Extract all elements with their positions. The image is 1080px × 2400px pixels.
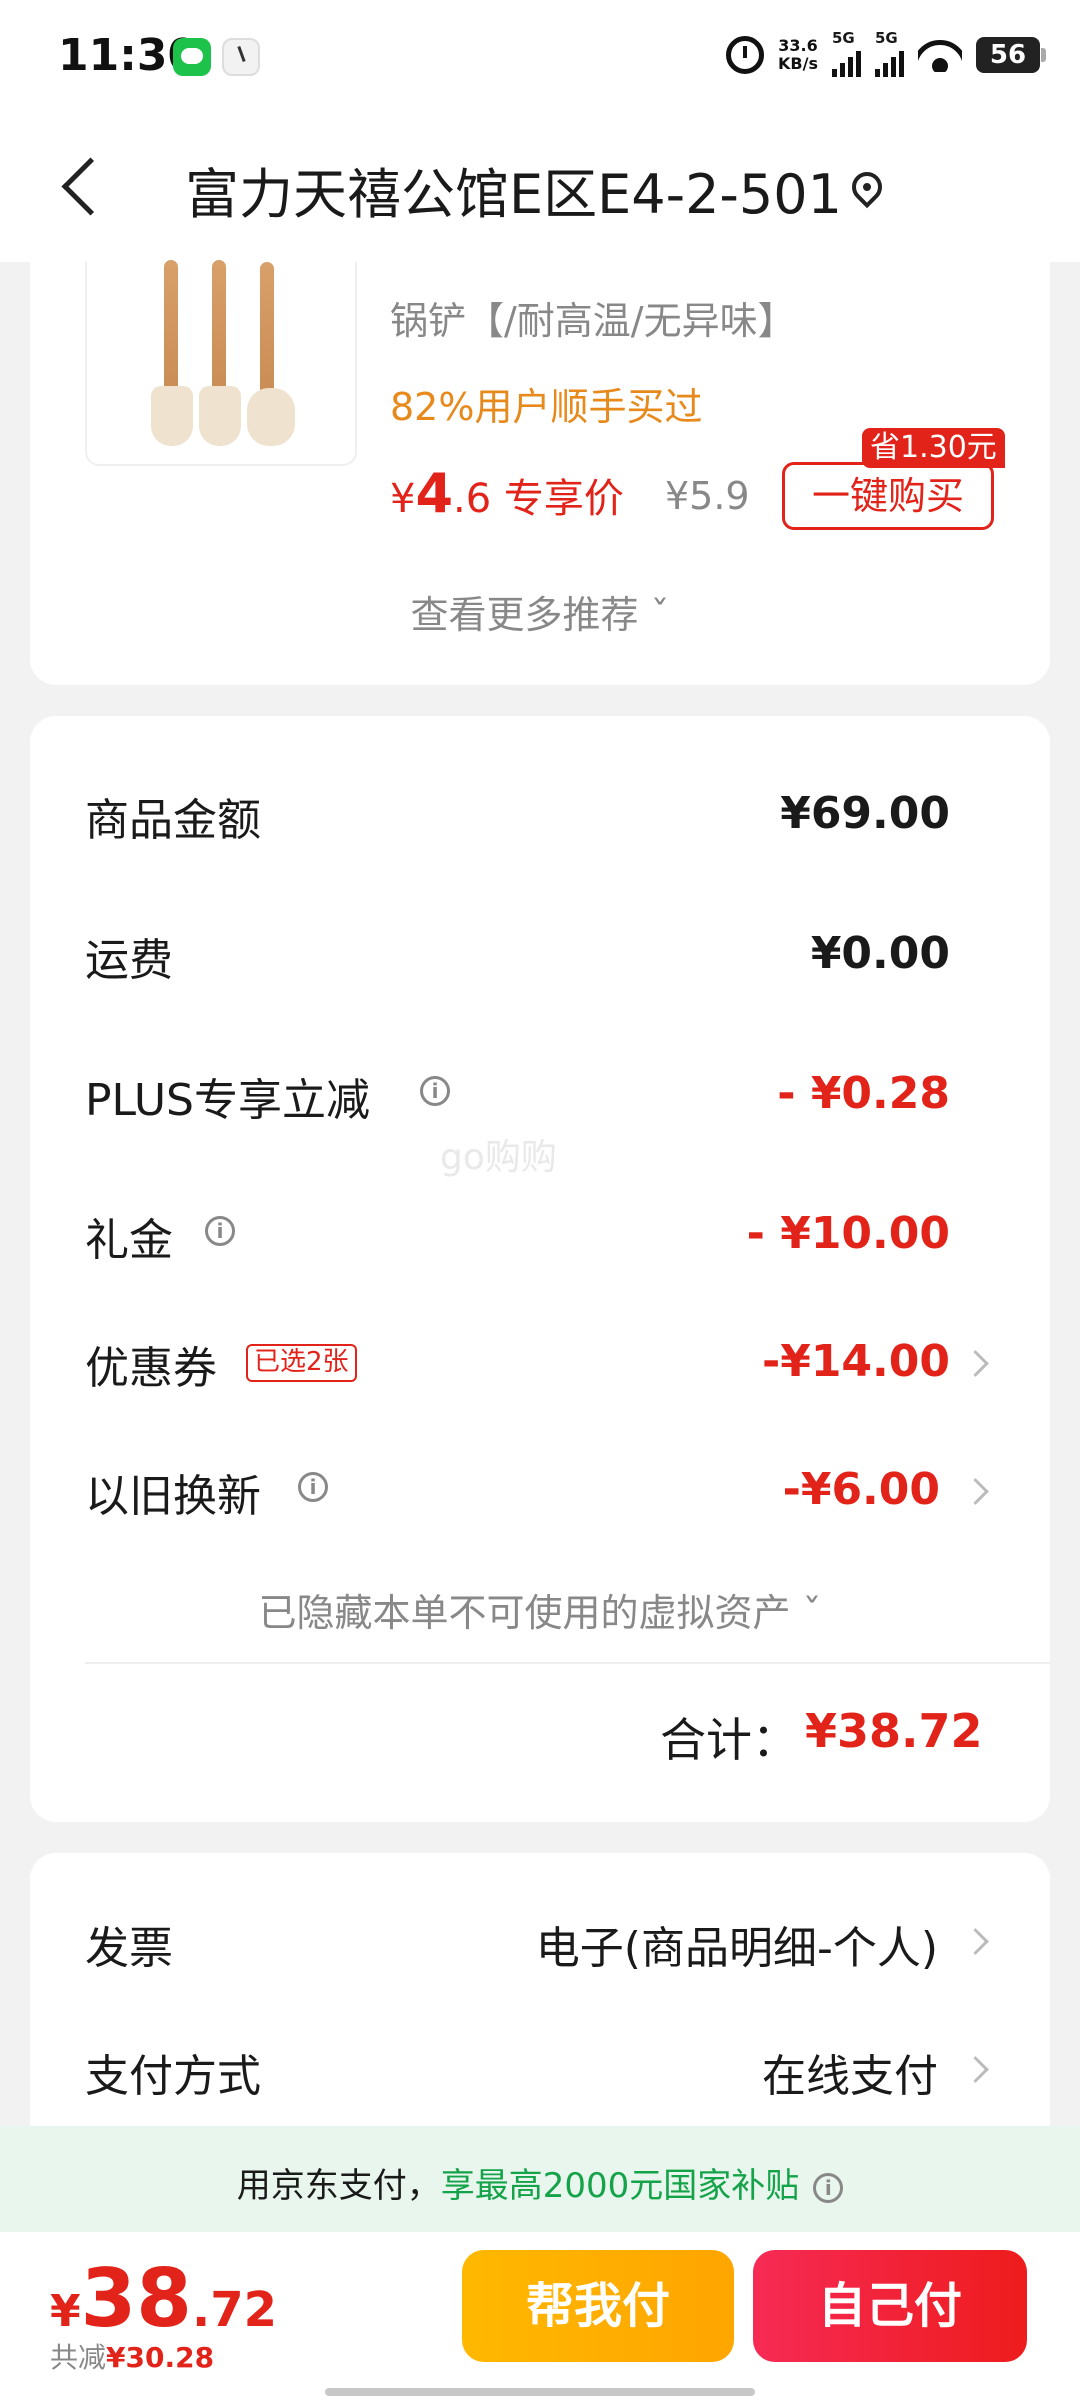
gift-money-label: 礼金 [85,1215,173,1266]
one-key-buy-button[interactable]: 一键购买 [782,462,994,530]
save-badge: 省1.30元 [862,428,1005,468]
back-button[interactable] [50,150,110,226]
invoice-value[interactable]: 电子(商品明细-个人) [536,1912,938,1976]
net-speed: 33.6 KB/s [778,36,818,73]
info-icon[interactable]: i [298,1472,328,1502]
buy-rate: 82%用户顺手买过 [390,385,703,429]
trade-in-value[interactable]: -¥6.00 [783,1464,940,1515]
payment-method-label[interactable]: 支付方式 [85,2040,261,2104]
goods-amount-value: ¥69.00 [780,788,950,839]
status-icons: 33.6 KB/s 5G 5G 56 [726,29,1046,80]
original-price: ¥5.9 [665,474,750,518]
signal-icon-2: 5G [875,29,904,77]
shipping-label: 运费 [85,935,173,986]
payment-method-value[interactable]: 在线支付 [762,2040,938,2104]
wechat-icon [173,38,211,76]
watermark: go购购 [440,1137,557,1178]
plus-discount-label: PLUS专享立减 [85,1075,370,1126]
total-reduction: 共减¥30.28 [50,2341,215,2374]
pay-myself-button[interactable]: 自己付 [753,2250,1027,2362]
battery-icon: 56 [976,37,1046,73]
gift-money-value: - ¥10.00 [746,1208,950,1259]
spatula-slotted [151,260,193,446]
plus-discount-value: - ¥0.28 [777,1068,950,1119]
delivery-address[interactable]: 富力天禧公馆E区E4-2-501 [185,150,842,229]
total-value: ¥38.72 [805,1704,983,1758]
more-recommend-link[interactable]: 查看更多推荐 ˇ [0,584,1080,639]
info-icon[interactable]: i [205,1216,235,1246]
trade-in-label[interactable]: 以旧换新 [85,1460,261,1524]
info-icon[interactable]: i [420,1076,450,1106]
spatula-flat [199,260,241,446]
goods-amount-label: 商品金额 [85,795,261,846]
shipping-value: ¥0.00 [810,928,950,979]
alarm-icon [726,36,765,74]
coupon-selected-tag: 已选2张 [246,1344,357,1382]
exclusive-price: ¥4.6 专享价 [390,462,624,525]
invoice-label[interactable]: 发票 [85,1912,173,1976]
help-me-pay-button[interactable]: 帮我付 [462,2250,734,2362]
hidden-assets-toggle[interactable]: 已隐藏本单不可使用的虚拟资产 ˇ [0,1582,1080,1637]
wifi-icon [918,38,962,72]
order-options-card [30,1853,1050,2153]
subsidy-banner-text: 用京东支付，享最高2000元国家补贴 i [0,2158,1080,2207]
coupon-value[interactable]: -¥14.00 [762,1336,950,1387]
clock-app-icon [222,38,260,76]
home-indicator[interactable] [325,2388,755,2396]
pay-price: ¥38.72 [50,2252,277,2345]
total-label: 合计： [660,1713,798,1767]
product-image[interactable] [85,260,357,466]
product-name: 锅铲【/耐高温/无异味】 [390,299,796,343]
price-summary-card [30,716,1050,1822]
info-icon[interactable]: i [813,2173,844,2203]
ladle [247,262,295,446]
signal-icon-1: 5G [832,29,861,77]
coupon-label[interactable]: 优惠券 [85,1332,217,1396]
divider [85,1662,1050,1664]
